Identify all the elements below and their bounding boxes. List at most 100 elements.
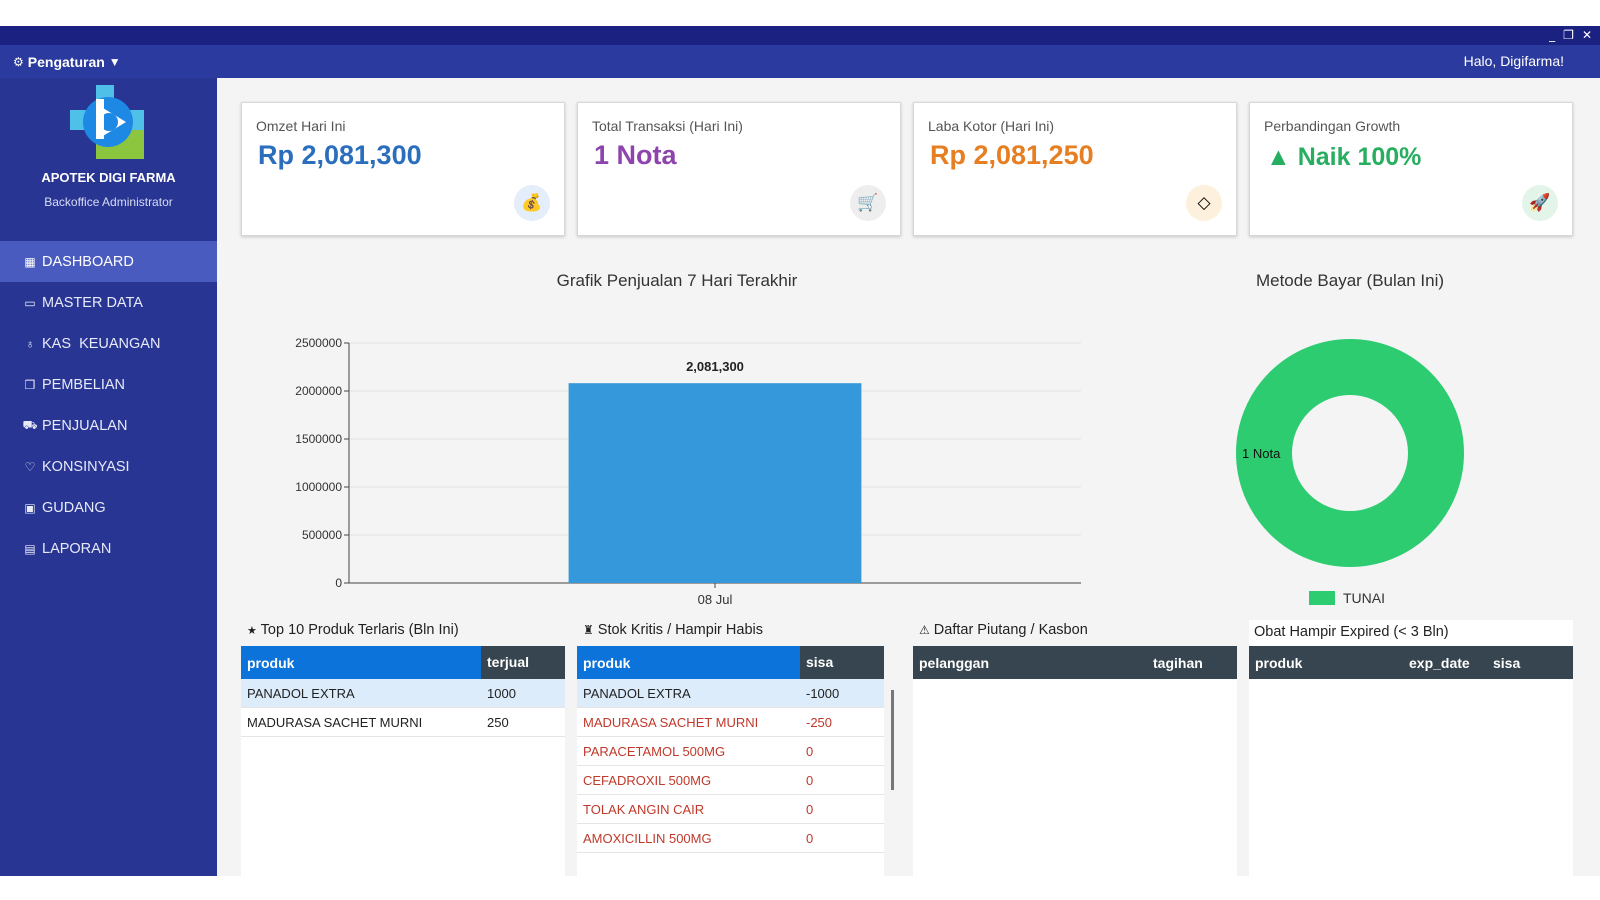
critical-stock-panel: ♜ Stok Kritis / Hampir Habis produk sisa… (577, 620, 901, 876)
critical-stock-scrollbar[interactable] (891, 690, 894, 790)
app-window: _ ❐ ✕ ⚙ Pengaturan ▼ Halo, Digifarma! AP… (0, 26, 1600, 876)
sidebar-item-label: DASHBOARD (42, 253, 134, 270)
cart-icon: ⛟ (22, 417, 38, 432)
cell-produk: AMOXICILLIN 500MG (583, 830, 712, 846)
x-tick-label: 08 Jul (698, 592, 733, 607)
sidebar: APOTEK DIGI FARMA Backoffice Administrat… (0, 78, 217, 876)
critical-stock-table: produk sisa PANADOL EXTRA -1000 MADURASA … (577, 646, 884, 876)
diamond-icon: ◇ (1186, 185, 1222, 221)
settings-label: Pengaturan (27, 53, 105, 70)
panel-title-text: Stok Kritis / Hampir Habis (597, 622, 763, 638)
panel-title: ♜ Stok Kritis / Hampir Habis (583, 622, 763, 638)
legend-swatch (1309, 591, 1335, 605)
sidebar-item-label: LAPORAN (42, 540, 112, 557)
cell-produk: PANADOL EXTRA (583, 685, 691, 701)
cell-sisa: 0 (806, 801, 814, 817)
settings-menu[interactable]: ⚙ Pengaturan ▼ (13, 45, 121, 78)
growth-card: Perbandingan Growth ▲ Naik 100% 🚀 (1249, 102, 1573, 236)
user-greeting: Halo, Digifarma! (1463, 53, 1564, 69)
column-header-produk[interactable]: produk (241, 655, 481, 671)
omzet-card: Omzet Hari Ini Rp 2,081,300 💰 (241, 102, 565, 236)
panel-title: ★ Top 10 Produk Terlaris (Bln Ini) (247, 622, 459, 638)
table-header: produk terjual (241, 646, 565, 679)
table-row[interactable]: MADURASA SACHET MURNI 250 (241, 708, 565, 737)
y-tick-label: 2000000 (295, 384, 342, 398)
window-titlebar: _ ❐ ✕ (0, 26, 1600, 45)
column-header-produk[interactable]: produk (1249, 655, 1409, 671)
sidebar-item-konsinyasi[interactable]: ♡ KONSINYASI (0, 446, 217, 487)
sidebar-item-label: GUDANG (42, 499, 106, 516)
donut-slice[interactable] (1236, 339, 1464, 567)
legend-label: TUNAI (1343, 590, 1385, 606)
column-header-sisa[interactable]: sisa (800, 646, 884, 679)
table-row[interactable]: AMOXICILLIN 500MG 0 (577, 824, 884, 853)
cell-produk: MADURASA SACHET MURNI (247, 714, 423, 730)
sidebar-item-kas-keuangan[interactable]: ♁ KAS KEUANGAN (0, 323, 217, 364)
window-controls: _ ❐ ✕ (1549, 26, 1592, 45)
card-value: 1 Nota (594, 140, 677, 170)
star-icon: ★ (247, 625, 257, 637)
column-header-tagihan[interactable]: tagihan (1153, 655, 1237, 671)
payment-donut-chart: 1 Nota (1236, 339, 1464, 567)
brand-subtitle: Backoffice Administrator (44, 195, 173, 209)
payment-chart-title: Metode Bayar (Bulan Ini) (1255, 271, 1445, 290)
table-row[interactable]: PANADOL EXTRA -1000 (577, 679, 884, 708)
panel-title: ⚠ Daftar Piutang / Kasbon (919, 622, 1088, 638)
close-button[interactable]: ✕ (1582, 26, 1592, 45)
column-header-produk[interactable]: produk (577, 655, 800, 671)
table-header: produk sisa (577, 646, 884, 679)
table-row[interactable]: PARACETAMOL 500MG 0 (577, 737, 884, 766)
y-tick-label: 2500000 (295, 336, 342, 350)
slice-label: 1 Nota (1242, 446, 1281, 461)
sidebar-item-penjualan[interactable]: ⛟ PENJUALAN (0, 405, 217, 446)
y-tick-label: 0 (335, 576, 342, 590)
table-row[interactable]: CEFADROXIL 500MG 0 (577, 766, 884, 795)
column-header-pelanggan[interactable]: pelanggan (913, 655, 1153, 671)
y-tick-label: 500000 (302, 528, 342, 542)
card-value: ▲ Naik 100% (1266, 143, 1422, 171)
cell-produk: PARACETAMOL 500MG (583, 743, 726, 759)
top-products-panel: ★ Top 10 Produk Terlaris (Bln Ini) produ… (241, 620, 565, 876)
card-label: Perbandingan Growth (1264, 118, 1401, 134)
box-icon: ❒ (24, 377, 36, 392)
folder-icon: ▭ (24, 295, 36, 310)
column-header-terjual[interactable]: terjual (481, 646, 565, 679)
sidebar-nav: ▦ DASHBOARD ▭ MASTER DATA ♁ KAS KEUANGAN ❒ P… (0, 241, 217, 569)
y-tick-label: 1000000 (295, 480, 342, 494)
cart-icon: 🛒 (850, 185, 886, 221)
caret-down-icon: ▼ (108, 54, 121, 69)
card-label: Total Transaksi (Hari Ini) (592, 118, 743, 134)
table-row[interactable]: PANADOL EXTRA 1000 (241, 679, 565, 708)
column-header-sisa[interactable]: sisa (1493, 655, 1573, 671)
sidebar-item-dashboard[interactable]: ▦ DASHBOARD (0, 241, 217, 282)
sidebar-item-label: KAS KEUANGAN (42, 335, 161, 352)
card-value: Rp 2,081,300 (258, 140, 422, 170)
sidebar-item-gudang[interactable]: ▣ GUDANG (0, 487, 217, 528)
sidebar-item-label: PENJUALAN (42, 417, 128, 434)
table-row[interactable]: MADURASA SACHET MURNI -250 (577, 708, 884, 737)
y-tick-label: 1500000 (295, 432, 342, 446)
cell-produk: PANADOL EXTRA (247, 685, 355, 701)
cell-terjual: 1000 (487, 685, 516, 701)
sidebar-item-pembelian[interactable]: ❒ PEMBELIAN (0, 364, 217, 405)
cell-sisa: -1000 (806, 685, 840, 701)
minimize-button[interactable]: _ (1549, 26, 1555, 45)
cell-produk: CEFADROXIL 500MG (583, 772, 712, 788)
sidebar-item-label: MASTER DATA (42, 294, 143, 311)
panel-title-text: Daftar Piutang / Kasbon (933, 622, 1088, 638)
expiring-panel: Obat Hampir Expired (< 3 Bln) produk exp… (1249, 620, 1573, 876)
money-bag-icon: 💰 (514, 185, 550, 221)
sidebar-item-master-data[interactable]: ▭ MASTER DATA (0, 282, 217, 323)
report-icon: ▤ (24, 541, 36, 556)
cell-produk: MADURASA SACHET MURNI (583, 714, 759, 730)
restore-button[interactable]: ❐ (1563, 26, 1574, 45)
table-row[interactable]: TOLAK ANGIN CAIR 0 (577, 795, 884, 824)
expiring-table: produk exp_date sisa (1249, 646, 1573, 876)
warehouse-icon: ♜ (583, 623, 594, 637)
app-logo (70, 85, 144, 159)
top-products-table: produk terjual PANADOL EXTRA 1000 MADURAS… (241, 646, 565, 876)
brand-name: APOTEK DIGI FARMA (41, 170, 176, 185)
sidebar-item-laporan[interactable]: ▤ LAPORAN (0, 528, 217, 569)
column-header-exp-date[interactable]: exp_date (1409, 655, 1493, 671)
bar[interactable] (568, 383, 862, 583)
